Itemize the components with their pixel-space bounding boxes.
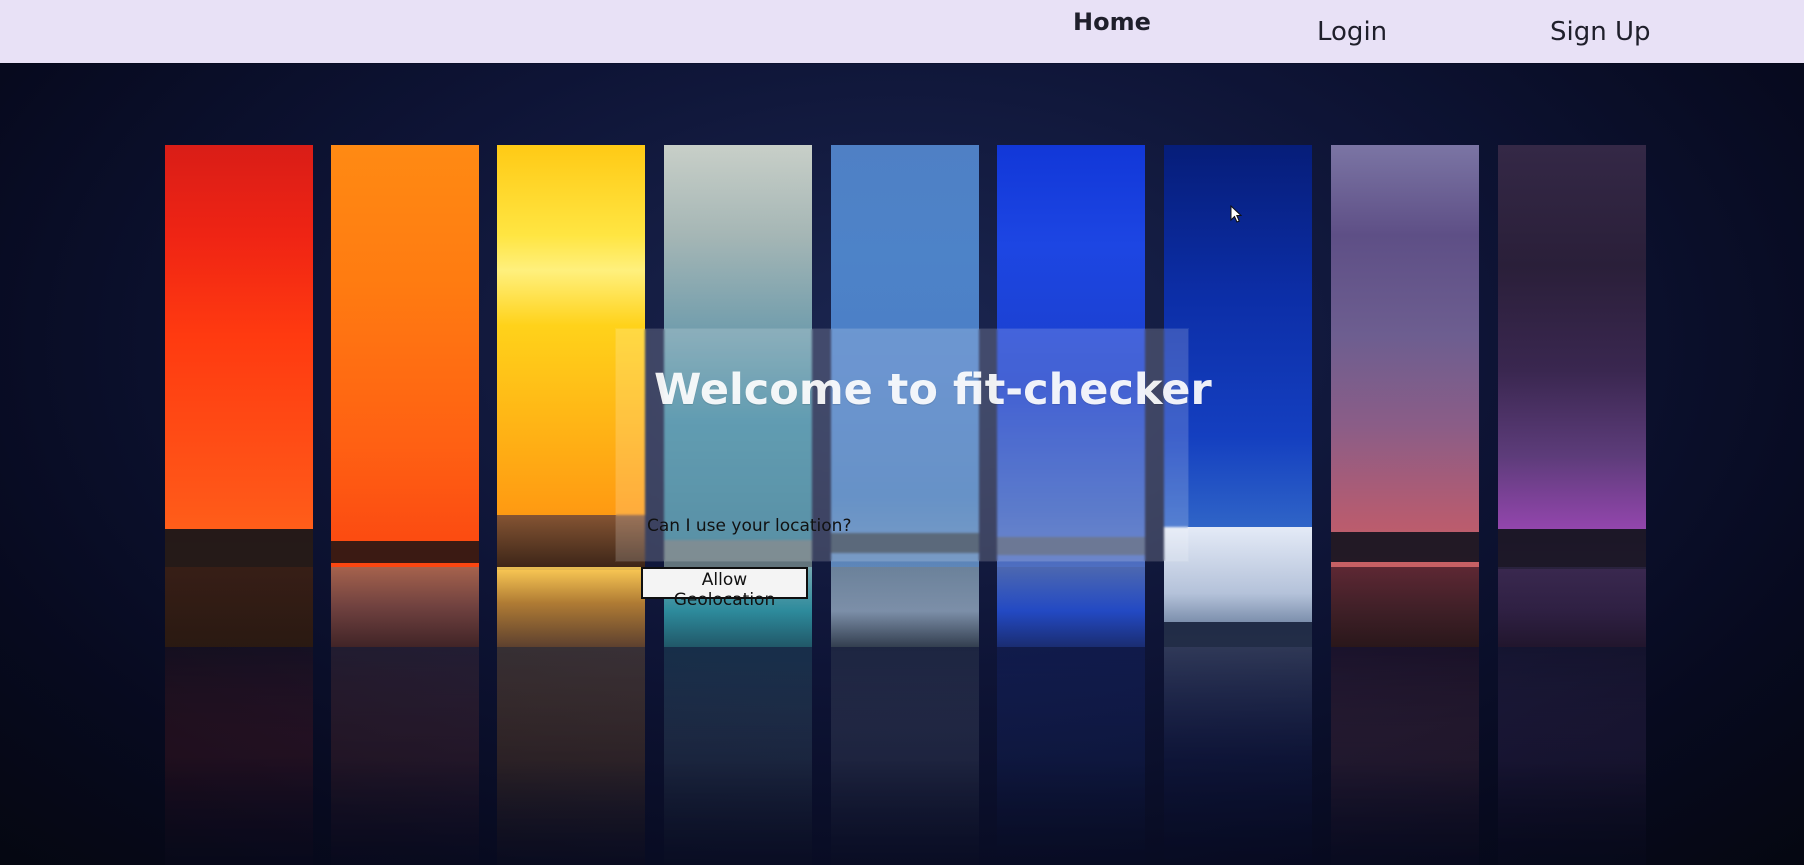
mouse-pointer-icon [1230, 205, 1242, 223]
welcome-heading: Welcome to fit-checker [654, 365, 1212, 415]
nav-home-link[interactable]: Home [1073, 8, 1151, 36]
cumulus-blue-reflection [831, 647, 979, 865]
sunset-red-panel [165, 145, 313, 647]
dusk-purple-reflection [1331, 647, 1479, 865]
storm-violet-panel [1498, 145, 1646, 647]
storm-violet-reflection [1498, 647, 1646, 865]
location-permission-text: Can I use your location? [647, 516, 852, 536]
sunrise-yellow-reflection [497, 647, 645, 865]
allow-geolocation-button[interactable]: Allow Geolocation [641, 567, 808, 610]
cloudy-teal-reflection [664, 647, 812, 865]
nav-signup-link[interactable]: Sign Up [1550, 17, 1651, 47]
dusk-purple-panel [1331, 145, 1479, 647]
sunset-orange-panel [331, 145, 479, 647]
nav-login-link[interactable]: Login [1317, 17, 1387, 47]
night-blue-reflection [1164, 647, 1312, 865]
top-navigation: Home Login Sign Up [0, 0, 1804, 63]
deep-blue-reflection [997, 647, 1145, 865]
sunset-red-reflection [165, 647, 313, 865]
sunset-orange-reflection [331, 647, 479, 865]
